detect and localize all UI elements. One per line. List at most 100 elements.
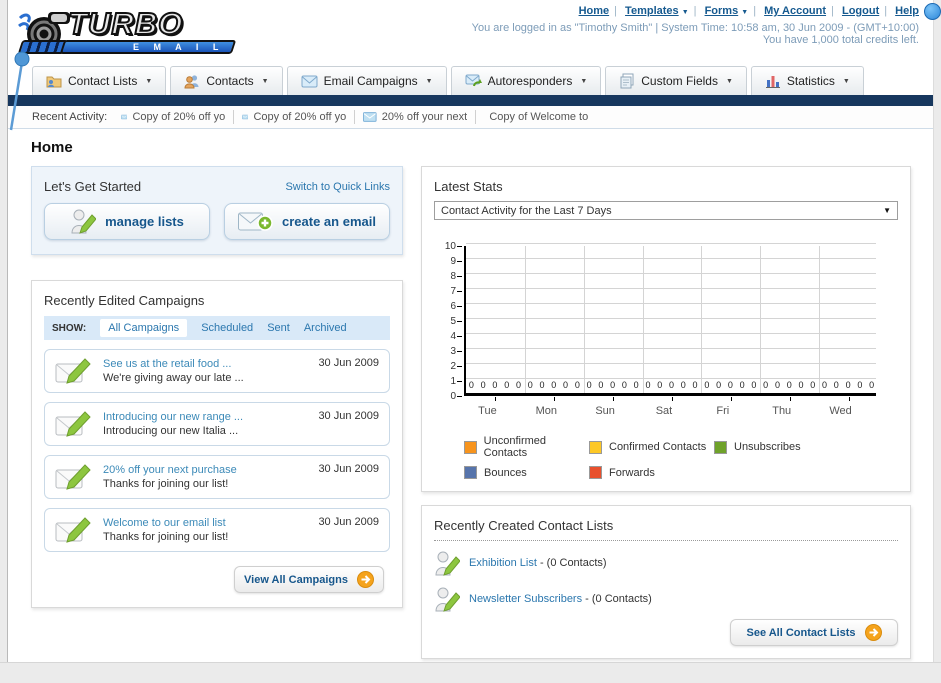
bar-value-label: 0 — [621, 380, 627, 390]
envelope-icon — [242, 114, 249, 120]
contact-lists-folder-icon — [46, 76, 62, 88]
filter-tab-scheduled[interactable]: Scheduled — [201, 322, 253, 334]
filter-tab-sent[interactable]: Sent — [267, 322, 290, 334]
bar-value-label: 0 — [704, 380, 710, 390]
y-tick-label: 6 — [450, 301, 456, 312]
bar-value-label: 0 — [869, 380, 875, 390]
page-title: Home — [31, 139, 73, 156]
campaign-item[interactable]: See us at the retail food ... We're givi… — [44, 349, 390, 393]
y-tick-label: 4 — [450, 331, 456, 342]
tab-contact-lists[interactable]: Contact Lists ▼ — [32, 66, 167, 95]
stats-panel-title: Latest Stats — [434, 179, 503, 194]
x-tick-label: Thu — [772, 405, 792, 417]
legend-item: Unsubscribes — [714, 435, 839, 459]
bar-value-label: 0 — [645, 380, 651, 390]
recent-activity-item[interactable]: Copy of 20% off yo — [121, 111, 225, 123]
show-label: SHOW: — [52, 322, 87, 334]
top-link-logout[interactable]: Logout — [842, 5, 879, 17]
login-info: You are logged in as "Timothy Smith" | S… — [471, 22, 919, 34]
x-tick-label: Tue — [478, 405, 497, 417]
tab-autoresponders[interactable]: Autoresponders ▼ — [450, 66, 602, 95]
filter-tab-all-campaigns[interactable]: All Campaigns — [100, 319, 188, 337]
tab-custom-fields[interactable]: Custom Fields ▼ — [605, 66, 747, 95]
campaign-title-link[interactable]: 20% off your next purchase — [103, 464, 237, 476]
campaign-date: 30 Jun 2009 — [318, 516, 379, 528]
create-email-button[interactable]: create an email — [224, 203, 390, 240]
contact-list-count: - (0 Contacts) — [539, 557, 607, 569]
legend-item: Forwards — [589, 466, 714, 479]
see-all-contact-lists-button[interactable]: See All Contact Lists — [730, 619, 898, 646]
campaign-title-link[interactable]: Welcome to our email list — [103, 517, 226, 529]
contact-list-link[interactable]: Exhibition List — [469, 557, 537, 569]
view-all-campaigns-button[interactable]: View All Campaigns — [234, 566, 384, 593]
campaign-date: 30 Jun 2009 — [318, 357, 379, 369]
campaign-title-link[interactable]: Introducing our new range ... — [103, 411, 243, 423]
chart-y-axis: 0 1 2 3 4 5 6 7 8 9 10 — [442, 241, 464, 402]
campaign-date: 30 Jun 2009 — [318, 410, 379, 422]
email-envelope-icon — [301, 75, 318, 87]
x-tick-label: Sun — [595, 405, 615, 417]
latest-stats-panel: Latest Stats Contact Activity for the La… — [421, 166, 911, 492]
stats-report-select[interactable]: Contact Activity for the Last 7 Days ▼ — [434, 201, 898, 220]
contact-list-item[interactable]: Newsletter Subscribers - (0 Contacts) — [434, 585, 898, 613]
bar-value-label: 0 — [798, 380, 804, 390]
bar-value-label: 0 — [610, 380, 616, 390]
manage-lists-button[interactable]: manage lists — [44, 203, 210, 240]
contact-list-link[interactable]: Newsletter Subscribers — [469, 593, 582, 605]
bar-value-label: 0 — [680, 380, 686, 390]
chevron-down-icon: ▼ — [580, 77, 588, 85]
header: TURBO E M A I L Home | Templates ▼ | Forms… — [8, 0, 941, 131]
bar-value-label: 0 — [468, 380, 474, 390]
app-page: TURBO E M A I L Home | Templates ▼ | Forms… — [7, 0, 941, 662]
footer-strip — [0, 662, 941, 683]
chevron-down-icon: ▼ — [145, 77, 153, 85]
top-link-forms[interactable]: Forms — [705, 5, 739, 17]
envelope-icon — [363, 112, 377, 122]
envelope-plus-icon — [238, 212, 273, 231]
campaign-item[interactable]: Welcome to our email list Thanks for joi… — [44, 508, 390, 552]
envelope-pencil-icon — [55, 517, 91, 543]
switch-quick-links-link[interactable]: Switch to Quick Links — [285, 181, 390, 193]
recent-activity-item[interactable]: 20% off your next — [363, 111, 467, 123]
campaign-subtitle: Thanks for joining our list! — [103, 478, 229, 490]
campaign-item[interactable]: Introducing our new range ... Introducin… — [44, 402, 390, 446]
person-pencil-icon — [435, 551, 460, 576]
statistics-chart-icon — [765, 76, 780, 88]
legend-swatch — [589, 466, 602, 479]
bar-value-label: 0 — [527, 380, 533, 390]
custom-fields-pages-icon — [620, 73, 634, 89]
help-bubble-icon[interactable] — [924, 3, 941, 20]
get-started-title: Let's Get Started — [44, 179, 142, 194]
legend-label: Bounces — [484, 466, 527, 479]
envelope-pencil-icon — [55, 464, 91, 490]
campaign-title-link[interactable]: See us at the retail food ... — [103, 358, 231, 370]
bar-value-label: 0 — [633, 380, 639, 390]
y-tick-label: 9 — [450, 256, 456, 267]
x-tick-label: Mon — [535, 405, 557, 417]
top-link-templates[interactable]: Templates — [625, 5, 679, 17]
top-link-my-account[interactable]: My Account — [764, 5, 826, 17]
tab-email-campaigns[interactable]: Email Campaigns ▼ — [286, 66, 447, 95]
chevron-down-icon: ▼ — [842, 77, 850, 85]
top-link-help[interactable]: Help — [895, 5, 919, 17]
get-started-panel: Let's Get Started Switch to Quick Links … — [31, 166, 403, 255]
contact-list-item[interactable]: Exhibition List - (0 Contacts) — [434, 549, 898, 577]
campaign-subtitle: Introducing our new Italia ... — [103, 425, 239, 437]
person-pencil-icon — [71, 209, 97, 234]
bar-value-label: 0 — [551, 380, 557, 390]
chevron-down-icon: ▼ — [725, 77, 733, 85]
legend-item: Bounces — [464, 466, 589, 479]
filter-tab-archived[interactable]: Archived — [304, 322, 347, 334]
tab-statistics[interactable]: Statistics ▼ — [750, 66, 864, 95]
bar-value-label: 0 — [586, 380, 592, 390]
bar-value-label: 0 — [657, 380, 663, 390]
bar-value-label: 0 — [716, 380, 722, 390]
top-link-home[interactable]: Home — [579, 5, 610, 17]
person-pencil-icon — [435, 587, 460, 612]
tab-contacts[interactable]: Contacts ▼ — [170, 66, 283, 95]
arrow-circle-icon — [356, 571, 374, 588]
chevron-down-icon: ▼ — [425, 77, 433, 85]
recent-activity-item[interactable]: Copy of 20% off yo — [242, 111, 346, 123]
campaign-item[interactable]: 20% off your next purchase Thanks for jo… — [44, 455, 390, 499]
recent-activity-item[interactable]: Copy of Welcome to — [484, 111, 588, 123]
